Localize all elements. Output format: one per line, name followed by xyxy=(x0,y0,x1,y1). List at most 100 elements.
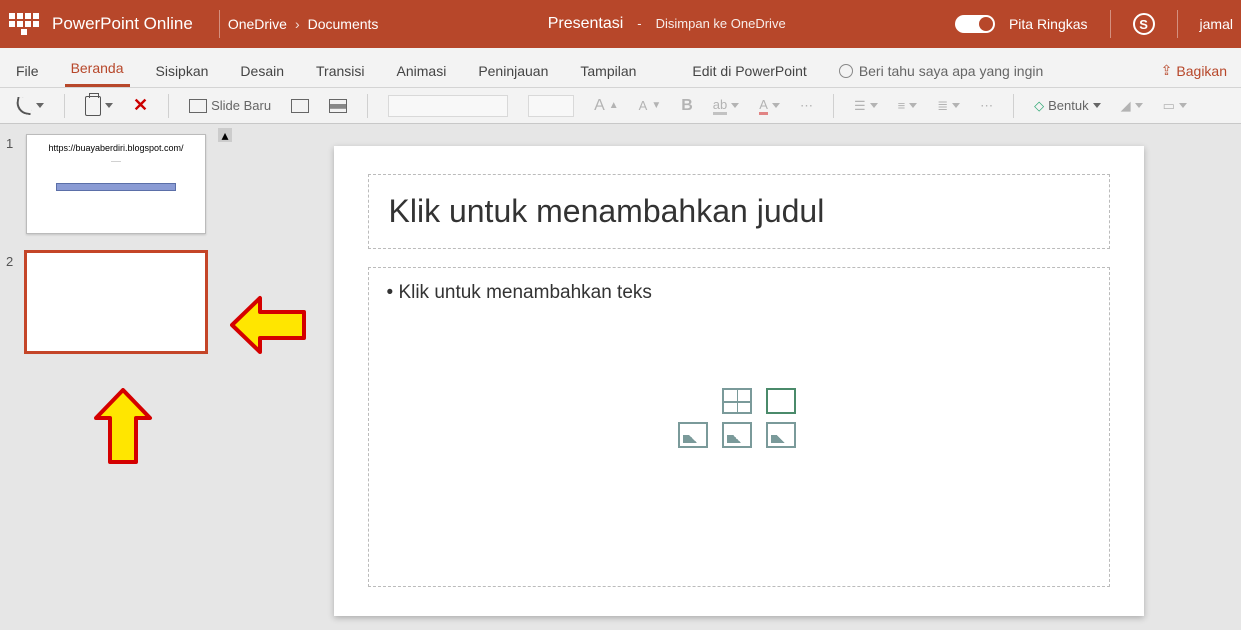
tab-insert[interactable]: Sisipkan xyxy=(150,55,215,87)
shrink-font-button[interactable]: A▼ xyxy=(633,94,668,117)
divider xyxy=(1177,10,1178,38)
paste-button[interactable] xyxy=(79,92,119,120)
divider xyxy=(219,10,220,38)
clipboard-icon xyxy=(85,96,101,116)
new-slide-label: Slide Baru xyxy=(211,98,271,113)
chevron-down-icon xyxy=(909,103,917,108)
save-status: Disimpan ke OneDrive xyxy=(656,16,786,31)
slide-row-1: 1 https://buayaberdiri.blogspot.com/ —— xyxy=(6,134,230,234)
separator xyxy=(168,94,169,118)
insert-video-icon[interactable] xyxy=(766,422,796,448)
share-button[interactable]: ⇪ Bagikan xyxy=(1157,54,1231,87)
tab-design[interactable]: Desain xyxy=(234,55,290,87)
layout-button[interactable] xyxy=(285,95,315,117)
slide-icon xyxy=(189,99,207,113)
para-more-button[interactable]: ⋯ xyxy=(974,94,999,118)
breadcrumb-root[interactable]: OneDrive xyxy=(228,16,287,32)
bold-button[interactable]: B xyxy=(675,93,699,119)
breadcrumb[interactable]: OneDrive › Documents xyxy=(228,16,379,32)
shapes-button[interactable]: ◇ Bentuk xyxy=(1028,94,1106,118)
tab-edit-powerpoint[interactable]: Edit di PowerPoint xyxy=(686,55,812,87)
ribbon-tabs: File Beranda Sisipkan Desain Transisi An… xyxy=(0,48,1241,88)
slide-panel[interactable]: ▴ 1 https://buayaberdiri.blogspot.com/ —… xyxy=(0,124,236,630)
undo-icon xyxy=(15,96,34,115)
breadcrumb-folder[interactable]: Documents xyxy=(308,16,379,32)
tell-me-label: Beri tahu saya apa yang ingin xyxy=(859,63,1043,79)
font-select[interactable] xyxy=(382,91,514,121)
body-placeholder-text: Klik untuk menambahkan teks xyxy=(387,282,1091,304)
section-icon xyxy=(329,99,347,113)
content-placeholder-icons xyxy=(678,388,800,448)
scroll-up-button[interactable]: ▴ xyxy=(218,128,232,142)
body-placeholder[interactable]: Klik untuk menambahkan teks xyxy=(368,267,1110,587)
separator xyxy=(833,94,834,118)
separator xyxy=(1013,94,1014,118)
dash: - xyxy=(637,16,641,31)
annotation-arrow-up xyxy=(88,388,158,466)
slide-number: 1 xyxy=(6,134,20,151)
separator xyxy=(367,94,368,118)
highlight-button[interactable]: ab xyxy=(707,93,745,119)
delete-button[interactable]: ✕ xyxy=(127,91,154,120)
ribbon-toggle[interactable] xyxy=(955,15,995,33)
align-button[interactable]: ≣ xyxy=(931,94,966,118)
slide1-shape xyxy=(56,183,176,191)
undo-button[interactable] xyxy=(10,94,50,118)
slide-canvas-area[interactable]: Klik untuk menambahkan judul Klik untuk … xyxy=(236,124,1241,630)
tab-view[interactable]: Tampilan xyxy=(574,55,642,87)
slide1-url-text: https://buayaberdiri.blogspot.com/ xyxy=(48,143,183,153)
app-launcher-icon[interactable] xyxy=(8,8,40,40)
chevron-down-icon xyxy=(36,103,44,108)
font-more-button[interactable]: ⋯ xyxy=(794,94,819,118)
chevron-down-icon xyxy=(105,103,113,108)
shape-outline-button[interactable]: ▭ xyxy=(1157,94,1193,118)
insert-online-picture-icon[interactable] xyxy=(722,422,752,448)
chevron-down-icon xyxy=(1179,103,1187,108)
tell-me-search[interactable]: Beri tahu saya apa yang ingin xyxy=(833,55,1049,87)
size-combobox[interactable] xyxy=(528,95,574,117)
title-placeholder[interactable]: Klik untuk menambahkan judul xyxy=(368,174,1110,249)
tab-transition[interactable]: Transisi xyxy=(310,55,371,87)
chevron-down-icon xyxy=(952,103,960,108)
current-slide[interactable]: Klik untuk menambahkan judul Klik untuk … xyxy=(334,146,1144,616)
chevron-down-icon xyxy=(1135,103,1143,108)
separator xyxy=(64,94,65,118)
numbering-button[interactable]: ≡ xyxy=(892,94,924,117)
slide-thumbnail-1[interactable]: https://buayaberdiri.blogspot.com/ —— xyxy=(26,134,206,234)
slide-row-2: 2 xyxy=(6,252,230,352)
slide-thumbnail-2[interactable] xyxy=(26,252,206,352)
shape-fill-button[interactable]: ◢ xyxy=(1115,94,1149,118)
section-button[interactable] xyxy=(323,95,353,117)
font-color-button[interactable]: A xyxy=(753,93,786,119)
user-name[interactable]: jamal xyxy=(1200,16,1233,32)
chevron-down-icon xyxy=(1093,103,1101,108)
chevron-right-icon: › xyxy=(295,16,300,32)
skype-icon[interactable]: S xyxy=(1133,13,1155,35)
insert-table-icon[interactable] xyxy=(722,388,752,414)
chevron-down-icon xyxy=(870,103,878,108)
lightbulb-icon xyxy=(839,64,853,78)
insert-excel-icon[interactable] xyxy=(766,388,796,414)
document-name[interactable]: Presentasi xyxy=(548,15,624,33)
slide-number: 2 xyxy=(6,252,20,269)
x-icon: ✕ xyxy=(133,95,148,116)
tab-home[interactable]: Beranda xyxy=(65,52,130,87)
chevron-down-icon xyxy=(731,103,739,108)
slide1-subtitle: —— xyxy=(111,159,121,165)
insert-picture-icon[interactable] xyxy=(678,422,708,448)
font-size-select[interactable] xyxy=(522,91,580,121)
tab-review[interactable]: Peninjauan xyxy=(472,55,554,87)
share-icon: ⇪ xyxy=(1161,62,1173,79)
tab-file[interactable]: File xyxy=(10,55,45,87)
shapes-label: Bentuk xyxy=(1048,98,1088,113)
shapes-icon: ◇ xyxy=(1034,98,1044,114)
doc-title-area: Presentasi - Disimpan ke OneDrive xyxy=(378,15,955,33)
grow-font-button[interactable]: A▲ xyxy=(588,93,625,119)
workspace: ▴ 1 https://buayaberdiri.blogspot.com/ —… xyxy=(0,124,1241,630)
ribbon-toolbar: ✕ Slide Baru A▲ A▼ B ab A ⋯ ☰ ≡ ≣ ⋯ ◇ Ben… xyxy=(0,88,1241,124)
font-combobox[interactable] xyxy=(388,95,508,117)
ribbon-toggle-label: Pita Ringkas xyxy=(1009,16,1088,32)
new-slide-button[interactable]: Slide Baru xyxy=(183,94,277,117)
tab-animation[interactable]: Animasi xyxy=(391,55,453,87)
bullets-button[interactable]: ☰ xyxy=(848,94,884,118)
